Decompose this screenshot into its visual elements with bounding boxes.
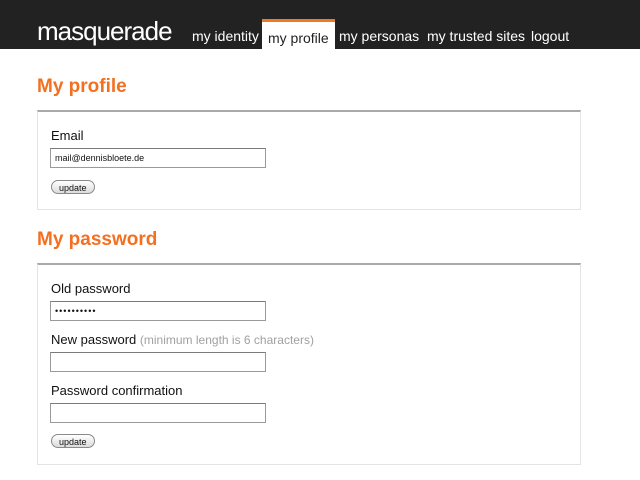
profile-section-title: My profile — [37, 76, 127, 97]
old-password-label: Old password — [51, 281, 131, 296]
old-password-field[interactable]: •••••••••• — [50, 301, 266, 321]
nav-my-profile[interactable]: my profile — [262, 19, 335, 52]
nav-logout[interactable]: logout — [531, 22, 569, 49]
password-update-button[interactable]: update — [51, 434, 95, 448]
top-navigation-bar: masquerade my identity my profile my per… — [0, 0, 640, 52]
profile-update-button[interactable]: update — [51, 180, 95, 194]
password-confirmation-field[interactable] — [50, 403, 266, 423]
new-password-hint: (minimum length is 6 characters) — [139, 333, 314, 347]
new-password-label-text: New password — [51, 332, 137, 347]
password-form: Old password •••••••••• New password (mi… — [37, 263, 581, 465]
nav-my-identity[interactable]: my identity — [192, 22, 259, 49]
app-logo[interactable]: masquerade — [37, 15, 173, 47]
nav-my-personas[interactable]: my personas — [339, 22, 419, 49]
new-password-label: New password (minimum length is 6 charac… — [51, 332, 314, 347]
email-label: Email — [51, 128, 84, 143]
password-section-title: My password — [37, 229, 158, 250]
nav-my-trusted-sites[interactable]: my trusted sites — [427, 22, 525, 49]
email-field[interactable] — [50, 148, 266, 168]
profile-form: Email update — [37, 110, 581, 210]
password-confirmation-label: Password confirmation — [51, 383, 183, 398]
new-password-field[interactable] — [50, 352, 266, 372]
